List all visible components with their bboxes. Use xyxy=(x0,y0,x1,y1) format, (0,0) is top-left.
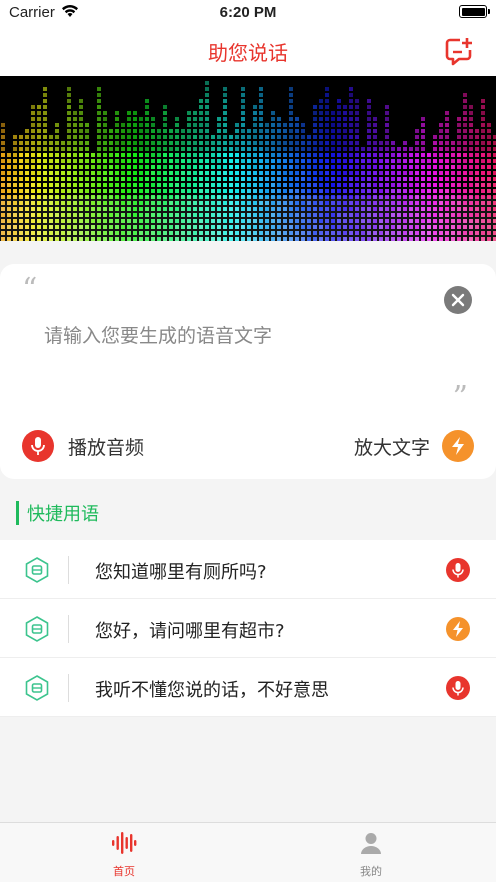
status-time: 6:20 PM xyxy=(219,4,277,21)
clear-text-button[interactable] xyxy=(444,286,472,314)
list-item[interactable]: 我听不懂您说的话，不好意思 xyxy=(0,658,496,717)
zoom-text-button[interactable]: 放大文字 xyxy=(354,430,474,462)
tab-bar: 首页 我的 xyxy=(0,822,496,882)
list-item[interactable]: 您知道哪里有厕所吗? xyxy=(0,540,496,599)
zoom-text-label: 放大文字 xyxy=(353,436,430,459)
row-divider xyxy=(68,615,69,643)
tab-home-label: 首页 xyxy=(113,865,135,878)
section-accent-bar xyxy=(16,501,19,525)
speech-text-input[interactable] xyxy=(44,316,424,356)
text-input-card: “ ” 播放音频 放大文字 xyxy=(0,264,496,479)
bolt-icon xyxy=(442,430,474,462)
tab-home[interactable]: 首页 xyxy=(84,831,164,879)
status-bar: Carrier 6:20 PM xyxy=(0,0,496,26)
person-icon xyxy=(361,833,381,854)
open-quote-mark: “ xyxy=(22,272,38,307)
mic-icon[interactable] xyxy=(446,676,470,700)
hexagon-icon xyxy=(25,616,49,642)
phrase-text: 我听不懂您说的话，不好意思 xyxy=(95,680,329,701)
tab-mine[interactable]: 我的 xyxy=(331,831,411,879)
close-quote-mark: ” xyxy=(452,380,468,415)
mic-icon xyxy=(22,430,54,462)
list-item[interactable]: 您好，请问哪里有超市? xyxy=(0,599,496,658)
nav-bar: 助您说话 xyxy=(0,26,496,76)
quick-phrases-header: 快捷用语 xyxy=(16,500,99,526)
phrase-text: 您好，请问哪里有超市? xyxy=(95,621,285,642)
row-divider xyxy=(68,674,69,702)
bolt-icon[interactable] xyxy=(446,617,470,641)
close-icon xyxy=(451,293,465,307)
audio-spectrum-image xyxy=(0,81,496,241)
play-audio-label: 播放音频 xyxy=(68,436,145,459)
spectrum-banner xyxy=(0,76,496,241)
tab-mine-label: 我的 xyxy=(360,865,382,878)
mic-icon[interactable] xyxy=(446,558,470,582)
hexagon-icon xyxy=(25,557,49,583)
quick-phrase-list: 您知道哪里有厕所吗? 您好，请问哪里有超市? 我听不懂您说的话，不好意思 xyxy=(0,540,496,717)
hexagon-icon xyxy=(25,675,49,701)
play-audio-button[interactable]: 播放音频 xyxy=(22,430,144,462)
waveform-icon xyxy=(112,832,137,854)
new-message-button[interactable] xyxy=(444,36,474,66)
page-title: 助您说话 xyxy=(208,41,288,65)
message-add-icon xyxy=(445,38,472,66)
phrase-text: 您知道哪里有厕所吗? xyxy=(95,562,267,583)
battery-icon xyxy=(459,5,490,18)
quick-phrases-title: 快捷用语 xyxy=(27,504,99,525)
row-divider xyxy=(68,556,69,584)
